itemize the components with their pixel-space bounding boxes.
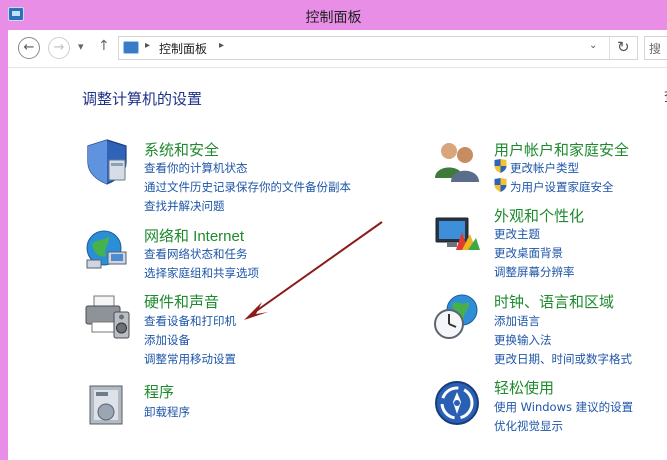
search-input[interactable]: 搜: [644, 36, 667, 60]
link-date-time-format[interactable]: 更改日期、时间或数字格式: [494, 351, 632, 367]
link-add-device[interactable]: 添加设备: [144, 332, 190, 348]
address-divider: [609, 37, 610, 59]
ease-of-access-icon: [435, 381, 479, 425]
shield-icon: [87, 139, 127, 185]
category-title-clock-language[interactable]: 时钟、语言和区域: [494, 291, 614, 312]
refresh-icon[interactable]: ↻: [617, 38, 630, 56]
recent-locations-button[interactable]: ▾: [78, 40, 84, 53]
link-windows-recommended-settings[interactable]: 使用 Windows 建议的设置: [494, 399, 633, 415]
link-uninstall-program[interactable]: 卸载程序: [144, 404, 190, 420]
users-icon: [435, 143, 479, 182]
monitor-paint-icon: [435, 217, 480, 250]
window-title: 控制面板: [305, 10, 362, 26]
content-area: 调整计算机的设置 查 系统和安全 查看你的计算机状态 通过文件历史记录保存你的文…: [8, 68, 667, 460]
link-add-language[interactable]: 添加语言: [494, 313, 540, 329]
category-title-network-internet[interactable]: 网络和 Internet: [144, 225, 244, 246]
category-title-system-security[interactable]: 系统和安全: [144, 139, 219, 160]
link-optimize-visual-display[interactable]: 优化视觉显示: [494, 418, 563, 434]
link-network-status-tasks[interactable]: 查看网络状态和任务: [144, 246, 248, 262]
link-desktop-background[interactable]: 更改桌面背景: [494, 245, 563, 261]
breadcrumb-control-panel[interactable]: 控制面板: [159, 40, 207, 57]
link-screen-resolution[interactable]: 调整屏幕分辨率: [494, 264, 575, 280]
breadcrumb-separator-end[interactable]: ▸: [219, 40, 224, 51]
link-change-account-type[interactable]: 更改帐户类型: [510, 160, 579, 176]
category-title-hardware-sound[interactable]: 硬件和声音: [144, 291, 219, 312]
uac-shield-icon: [494, 159, 507, 173]
address-dropdown-icon[interactable]: ⌄: [589, 40, 597, 51]
category-title-programs[interactable]: 程序: [144, 381, 174, 402]
breadcrumb-separator[interactable]: ▸: [145, 40, 150, 51]
category-title-appearance[interactable]: 外观和个性化: [494, 205, 584, 226]
forward-button[interactable]: →: [48, 37, 70, 59]
navigation-bar: ← → ▾ ↑ ▸ 控制面板 ▸ ⌄ ↻ 搜: [8, 30, 667, 68]
title-bar: 控制面板: [0, 0, 667, 30]
network-globe-icon: [86, 230, 127, 269]
category-title-user-accounts[interactable]: 用户帐户和家庭安全: [494, 139, 629, 160]
link-change-input-method[interactable]: 更换输入法: [494, 332, 552, 348]
address-box[interactable]: ▸ 控制面板 ▸ ⌄ ↻: [118, 36, 638, 60]
uac-shield-icon: [494, 178, 507, 192]
link-view-computer-status[interactable]: 查看你的计算机状态: [144, 160, 248, 176]
link-find-fix-problems[interactable]: 查找并解决问题: [144, 198, 225, 214]
page-title: 调整计算机的设置: [82, 90, 203, 108]
link-mobility-settings[interactable]: 调整常用移动设置: [144, 351, 236, 367]
control-panel-icon: [123, 41, 139, 54]
link-file-history-backup[interactable]: 通过文件历史记录保存你的文件备份副本: [144, 179, 351, 195]
clock-globe-icon: [434, 294, 478, 339]
up-button[interactable]: ↑: [98, 38, 110, 54]
search-placeholder: 搜: [649, 42, 662, 56]
link-family-safety[interactable]: 为用户设置家庭安全: [510, 179, 614, 195]
category-title-ease-of-access[interactable]: 轻松使用: [494, 377, 554, 398]
link-devices-printers[interactable]: 查看设备和打印机: [144, 313, 236, 329]
link-homegroup-sharing[interactable]: 选择家庭组和共享选项: [144, 265, 259, 281]
link-change-theme[interactable]: 更改主题: [494, 226, 540, 242]
back-button[interactable]: ←: [18, 37, 40, 59]
programs-box-icon: [89, 385, 123, 425]
printer-speaker-icon: [85, 295, 130, 339]
